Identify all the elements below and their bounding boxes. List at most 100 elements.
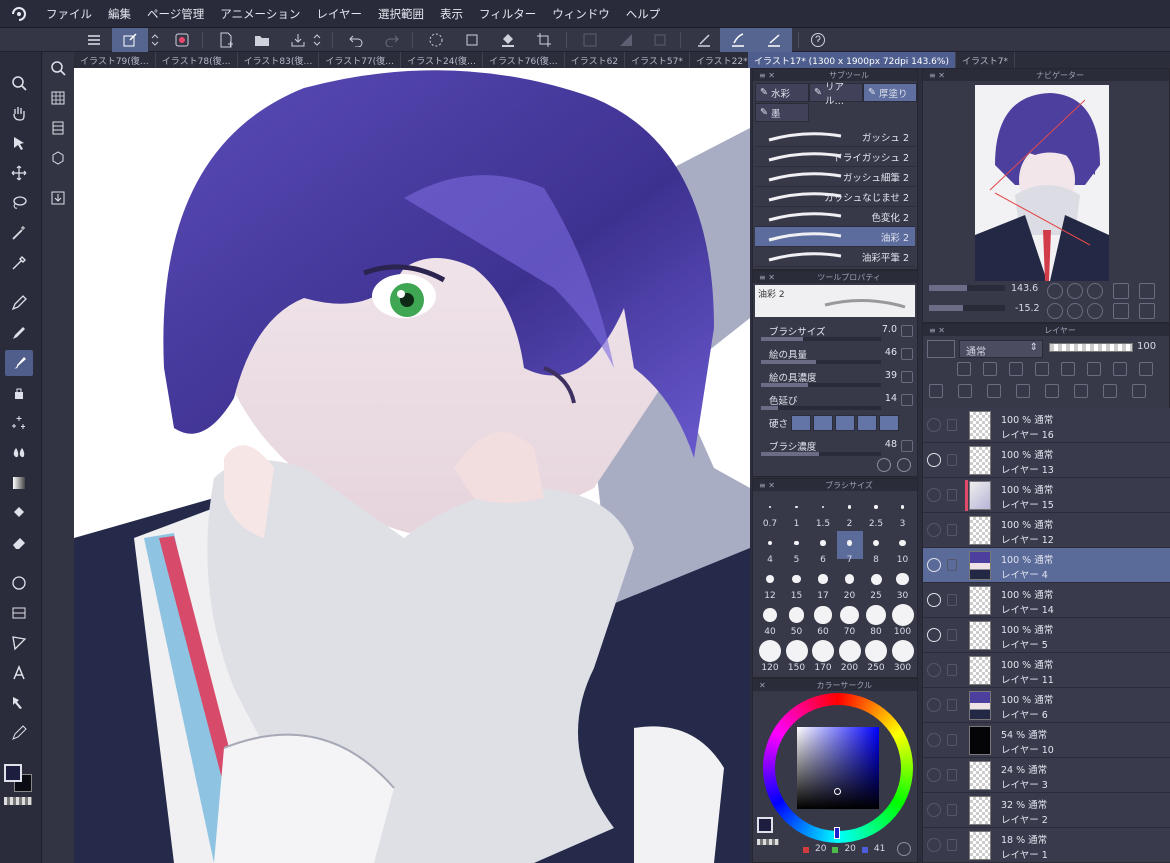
frame-snap-icon[interactable] [646,28,674,52]
vector-snap-icon[interactable] [756,28,792,52]
brush-item[interactable]: ガッシュなじませ 2 [755,187,915,207]
property-row[interactable]: ブラシサイズ 7.0 [757,323,915,345]
menu-item[interactable]: ヘルプ [618,6,669,22]
brush-size-option[interactable]: 40 [757,603,783,637]
visibility-eye-icon[interactable] [927,733,941,747]
visibility-eye-icon[interactable] [927,453,941,467]
brush-item[interactable]: 油彩 2 [755,227,915,247]
hardness-step[interactable] [813,415,833,431]
color-mode-icon[interactable] [897,842,911,856]
property-slider[interactable] [761,452,881,456]
visibility-eye-icon[interactable] [927,838,941,852]
brush-size-option[interactable]: 30 [890,567,916,601]
reset-rotation-icon[interactable] [1087,303,1103,319]
clear-selection-icon[interactable] [422,28,450,52]
new-vector-layer-icon[interactable] [958,384,972,398]
text-icon[interactable] [5,660,33,686]
lasso-icon[interactable] [5,190,33,216]
brush-size-option[interactable]: 70 [837,603,863,637]
ruler-snap-icon[interactable] [576,28,604,52]
layer-row[interactable]: 100 % 通常 レイヤー 12 [923,513,1170,548]
brush-size-option[interactable]: 150 [784,639,810,673]
visibility-eye-icon[interactable] [927,523,941,537]
layer-row[interactable]: 32 % 通常 レイヤー 2 [923,793,1170,828]
lock-icon[interactable] [947,734,957,746]
brush-size-option[interactable]: 10 [890,531,916,565]
blend-icon[interactable] [5,440,33,466]
chevron-updown-icon[interactable] [148,28,162,52]
hardness-step[interactable] [857,415,877,431]
visibility-eye-icon[interactable] [927,803,941,817]
object-select-icon[interactable] [5,130,33,156]
hardness-step[interactable] [835,415,855,431]
menu-item[interactable]: 表示 [432,6,471,22]
layer-row[interactable]: 54 % 通常 レイヤー 10 [923,723,1170,758]
stabilizer-icon[interactable] [720,28,756,52]
frame-border-icon[interactable] [5,600,33,626]
brush-item[interactable]: ガッシュ 2 [755,127,915,147]
menu-item[interactable]: アニメーション [212,6,308,22]
transfer-down-icon[interactable] [1016,384,1030,398]
hue-cursor[interactable] [834,827,840,839]
brush-item[interactable]: ドライガッシュ 2 [755,147,915,167]
property-settings-icon[interactable] [901,325,913,337]
visibility-eye-icon[interactable] [927,628,941,642]
lock-icon[interactable] [947,699,957,711]
brush-size-option[interactable]: 80 [863,603,889,637]
new-raster-layer-icon[interactable] [929,384,943,398]
brush-item[interactable]: 油彩平筆 2 [755,247,915,267]
fill-icon[interactable] [494,28,522,52]
hardness-step[interactable] [791,415,811,431]
property-slider[interactable] [761,406,881,410]
color-picker-cursor[interactable] [834,788,841,795]
brush-size-option[interactable]: 25 [863,567,889,601]
document-tab[interactable]: イラスト83(復… [238,52,320,68]
app-logo-icon[interactable] [0,0,38,28]
lock-icon[interactable] [947,489,957,501]
zoom-in-icon[interactable] [1067,283,1083,299]
magic-wand-icon[interactable] [5,220,33,246]
brush-size-option[interactable]: 7 [836,531,863,565]
transparent-color-icon[interactable] [757,839,779,845]
brush-size-option[interactable]: 1 [784,495,810,529]
layer-opacity-slider[interactable] [1049,343,1133,352]
rotate-left-icon[interactable] [1047,303,1063,319]
decoration-icon[interactable] [5,410,33,436]
property-settings-icon[interactable] [901,440,913,452]
lock-icon[interactable] [947,769,957,781]
alpha-lock-icon[interactable] [1061,362,1075,376]
document-tab[interactable]: イラスト62 [565,52,626,68]
subtool-tab-ink[interactable]: ✎ 墨 [755,103,809,122]
settings-icon[interactable] [897,458,911,472]
document-tab[interactable]: イラスト22* [690,52,748,68]
property-settings-icon[interactable] [901,371,913,383]
transparent-swatch-icon[interactable] [4,797,32,805]
menu-item[interactable]: レイヤー [308,6,370,22]
move-icon[interactable] [5,160,33,186]
document-tab[interactable]: イラスト76(復… [483,52,565,68]
layer-row[interactable]: 100 % 通常 レイヤー 4 [923,548,1170,583]
property-settings-icon[interactable] [901,348,913,360]
brush-size-option[interactable]: 15 [784,567,810,601]
visibility-eye-icon[interactable] [927,768,941,782]
layer-row[interactable]: 24 % 通常 レイヤー 3 [923,758,1170,793]
balloon-tool-icon[interactable] [5,690,33,716]
collapse-icon[interactable] [46,0,70,24]
clipping-icon[interactable] [957,362,971,376]
menu-item[interactable]: 選択範囲 [370,6,432,22]
pencil-icon[interactable] [5,320,33,346]
brush-size-option[interactable]: 2 [837,495,863,529]
save-icon[interactable] [284,28,312,52]
lock-icon[interactable] [947,804,957,816]
subtool-tab-thick-paint[interactable]: ✎ 厚塗り [863,83,917,102]
mask-layer-icon[interactable] [1074,384,1088,398]
airbrush-icon[interactable] [5,380,33,406]
layer-row[interactable]: 100 % 通常 レイヤー 15 [923,478,1170,513]
property-settings-icon[interactable] [901,394,913,406]
ruler-show-icon[interactable] [1113,362,1127,376]
document-tab[interactable]: イラスト7* [956,52,1016,68]
property-row[interactable]: 絵の具濃度 39 [757,369,915,391]
lock-layer-icon[interactable] [1035,362,1049,376]
layer-blend-select[interactable]: 通常 ⇕ [959,340,1043,358]
document-tab-active[interactable]: イラスト17* (1300 x 1900px 72dpi 143.6%) [748,52,956,68]
